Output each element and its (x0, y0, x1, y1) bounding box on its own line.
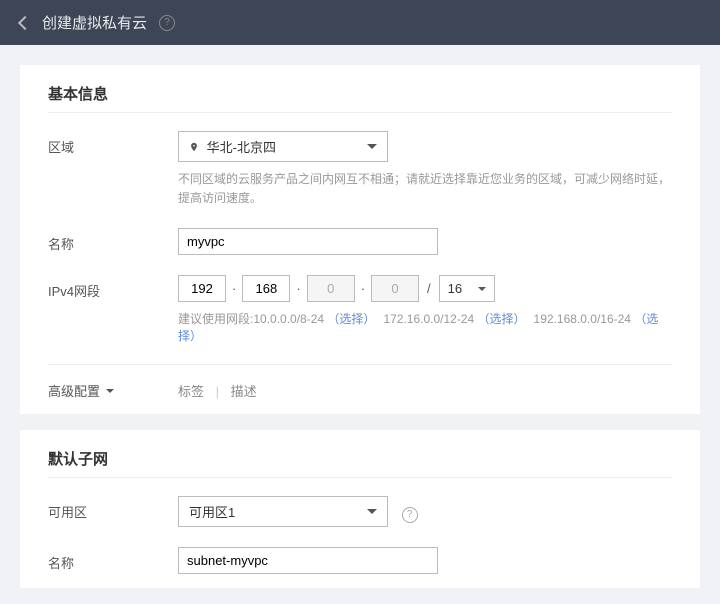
row-region: 区域 华北-北京四 不同区域的云服务产品之间内网互不相通；请就近选择靠近您业务的… (48, 131, 672, 208)
az-select[interactable]: 可用区1 (178, 496, 388, 527)
ipv4-range1-link[interactable]: （选择） (478, 312, 526, 326)
chevron-down-icon (367, 144, 377, 149)
row-subnet-name: 名称 (48, 547, 672, 574)
ipv4-hint: 建议使用网段:10.0.0.0/8-24 （选择） 172.16.0.0/12-2… (178, 310, 672, 344)
ipv4-cidr-select[interactable]: 16 (439, 275, 495, 302)
row-ipv4: IPv4网段 · · · / 16 建议使用网段: (48, 275, 672, 344)
advanced-desc: 描述 (231, 384, 257, 399)
az-label: 可用区 (48, 496, 178, 521)
ipv4-octet2[interactable] (242, 275, 290, 302)
name-input[interactable] (178, 228, 438, 255)
subnet-name-input[interactable] (178, 547, 438, 574)
back-icon[interactable] (18, 15, 32, 29)
ipv4-control: · · · / 16 建议使用网段:10.0.0.0/8-24 （选择） 172.… (178, 275, 672, 344)
subnet-name-label: 名称 (48, 547, 178, 572)
region-select[interactable]: 华北-北京四 (178, 131, 388, 162)
ipv4-cidr-value: 16 (448, 281, 462, 296)
chevron-down-icon (367, 509, 377, 514)
ipv4-slash: / (427, 281, 431, 296)
ipv4-label: IPv4网段 (48, 275, 178, 300)
row-advanced: 高级配置 标签 | 描述 (48, 364, 672, 400)
region-label: 区域 (48, 131, 178, 156)
region-text: 华北-北京四 (207, 140, 276, 155)
ipv4-input-group: · · · / 16 (178, 275, 672, 302)
subnet-panel: 默认子网 可用区 可用区1 ? 名称 (20, 430, 700, 588)
ipv4-octet1[interactable] (178, 275, 226, 302)
advanced-tag: 标签 (178, 384, 204, 399)
subnet-section-title: 默认子网 (48, 448, 672, 478)
ipv4-octet3 (307, 275, 355, 302)
name-control (178, 228, 672, 255)
row-az: 可用区 可用区1 ? (48, 496, 672, 527)
advanced-label: 高级配置 (48, 381, 100, 400)
chevron-down-icon (478, 287, 486, 291)
region-hint: 不同区域的云服务产品之间内网互不相通；请就近选择靠近您业务的区域，可减少网络时延… (178, 170, 672, 208)
name-label: 名称 (48, 228, 178, 253)
region-value: 华北-北京四 (189, 137, 276, 156)
help-icon[interactable]: ? (159, 15, 175, 31)
ipv4-dot2: · (296, 281, 300, 296)
ipv4-range1: 172.16.0.0/12-24 (383, 312, 474, 326)
page-header: 创建虚拟私有云 ? (0, 0, 720, 45)
page-title: 创建虚拟私有云 (42, 12, 147, 33)
basic-panel: 基本信息 区域 华北-北京四 不同区域的云服务产品之间内网互不相通；请就近选择靠… (20, 65, 700, 414)
advanced-items: 标签 | 描述 (178, 381, 257, 400)
basic-section-title: 基本信息 (48, 83, 672, 113)
chevron-down-icon (106, 389, 114, 393)
ipv4-octet4 (371, 275, 419, 302)
ipv4-hint-prefix: 建议使用网段: (178, 312, 253, 326)
region-control: 华北-北京四 不同区域的云服务产品之间内网互不相通；请就近选择靠近您业务的区域，… (178, 131, 672, 208)
ipv4-dot1: · (232, 281, 236, 296)
location-pin-icon (189, 140, 203, 155)
subnet-name-control (178, 547, 672, 574)
ipv4-range2: 192.168.0.0/16-24 (534, 312, 631, 326)
az-control: 可用区1 ? (178, 496, 672, 527)
ipv4-range0: 10.0.0.0/8-24 (253, 312, 324, 326)
advanced-sep: | (216, 384, 219, 399)
row-name: 名称 (48, 228, 672, 255)
advanced-toggle[interactable]: 高级配置 (48, 381, 178, 400)
az-value: 可用区1 (189, 502, 235, 521)
ipv4-dot3: · (361, 281, 365, 296)
ipv4-range0-link[interactable]: （选择） (327, 312, 375, 326)
az-help-icon[interactable]: ? (402, 507, 418, 523)
